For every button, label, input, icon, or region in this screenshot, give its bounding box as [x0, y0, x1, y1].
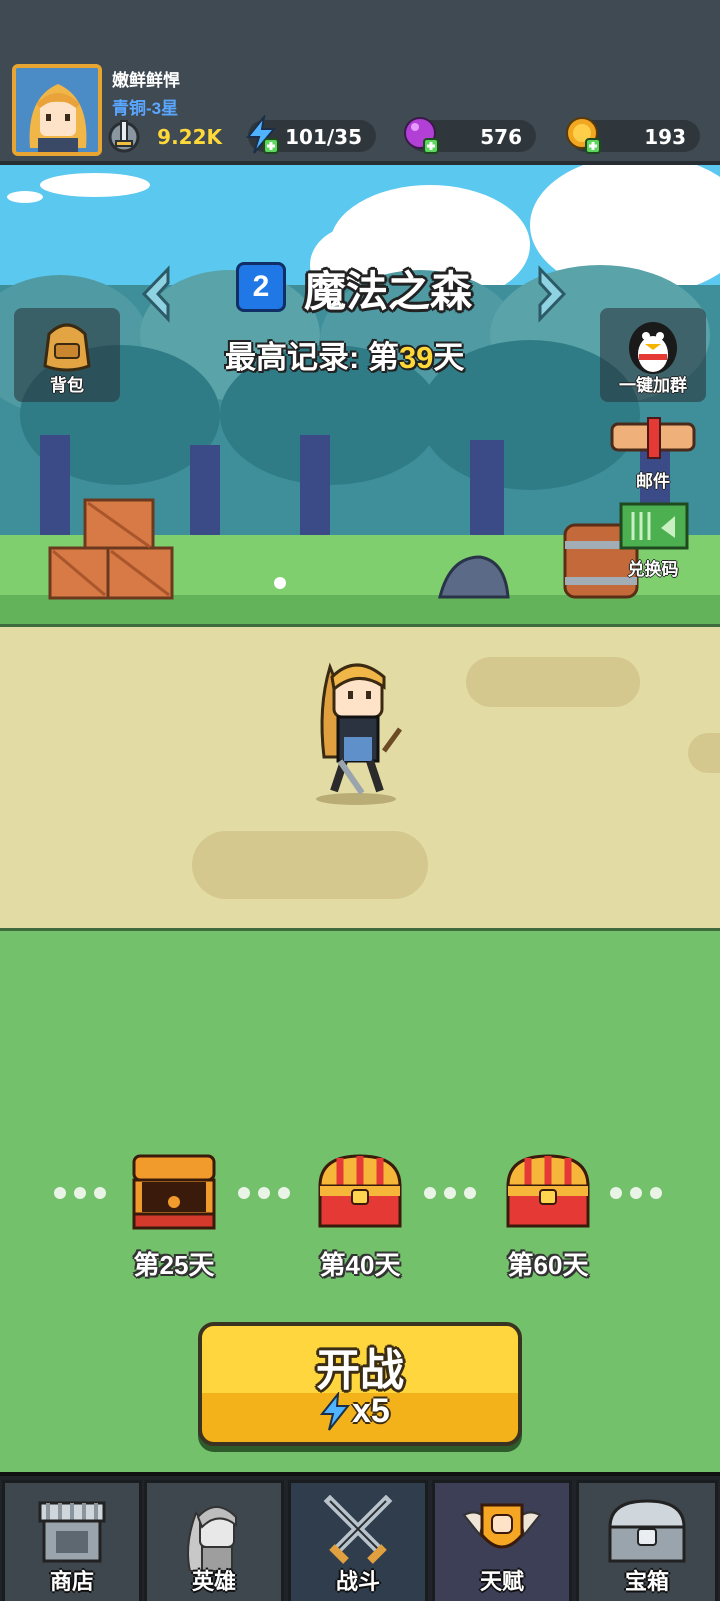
tab-heroes-label: 英雄 [191, 1569, 236, 1594]
start-battle-label: 开战 [316, 1346, 404, 1395]
fist-shield-icon [462, 1503, 542, 1549]
best-record-prefix: 最高记录: 第 [225, 340, 399, 375]
battle-road [0, 624, 720, 929]
power-icon [108, 120, 140, 153]
best-record-suffix: 天 [433, 340, 465, 375]
tab-chests-label: 宝箱 [624, 1569, 669, 1594]
tab-talent-label: 天赋 [479, 1569, 524, 1594]
power-display: 9.22K [108, 120, 230, 153]
power-value: 9.22K [157, 125, 222, 149]
tab-shop-label: 商店 [49, 1569, 94, 1594]
hero-icon [187, 1506, 237, 1571]
player-avatar[interactable] [12, 64, 102, 156]
mail-label: 邮件 [636, 472, 670, 491]
backpack-label: 背包 [50, 376, 84, 395]
energy-value: 101/35 [285, 125, 362, 149]
road-patch [466, 657, 640, 707]
progress-dots [54, 1186, 114, 1200]
coin-plus-icon[interactable] [564, 115, 604, 155]
road-patch [192, 831, 428, 899]
gems-display[interactable]: 576 [404, 117, 536, 154]
milestone-label: 第25天 [133, 1250, 215, 1280]
shop-icon [38, 1501, 106, 1563]
treasure-chest-icon [608, 1499, 686, 1563]
mail-scroll-icon [610, 417, 696, 459]
energy-bolt-icon [320, 1392, 350, 1431]
tab-heroes[interactable]: 英雄 [144, 1480, 284, 1601]
prev-stage-arrow-icon[interactable] [138, 265, 178, 323]
tab-shop[interactable]: 商店 [2, 1480, 142, 1601]
coins-value: 193 [644, 125, 686, 149]
stage-title: 魔法之森 [304, 268, 473, 315]
join-group-button[interactable]: 一键加群 [600, 308, 706, 402]
progress-dots [238, 1186, 298, 1200]
redeem-code-label: 兑换码 [627, 560, 679, 579]
energy-cost: x5 [352, 1392, 390, 1430]
stage-number-badge: 2 [236, 262, 286, 312]
penguin-icon [629, 322, 677, 374]
progress-dots [424, 1186, 484, 1200]
bottom-navigation: 商店 英雄 战斗 天赋 宝箱 [0, 1472, 720, 1601]
join-group-label: 一键加群 [619, 376, 687, 395]
best-record: 最高记录: 第39天 [225, 332, 464, 377]
chest-closed-icon[interactable] [504, 1150, 592, 1234]
player-name: 嫩鲜鲜悍 [112, 71, 180, 90]
best-record-days: 39 [398, 340, 434, 375]
backpack-icon [43, 323, 91, 372]
hero-character [316, 662, 403, 805]
gems-value: 576 [480, 125, 522, 149]
backpack-button[interactable]: 背包 [14, 308, 120, 402]
start-battle-button[interactable]: 开战 x5 [198, 1322, 522, 1446]
chest-closed-icon[interactable] [316, 1150, 404, 1234]
tab-chests[interactable]: 宝箱 [576, 1480, 718, 1601]
tab-battle[interactable]: 战斗 [288, 1480, 428, 1601]
progress-dots [610, 1186, 670, 1200]
redeem-code-button[interactable]: 兑换码 [600, 492, 706, 586]
game-screen: 嫩鲜鲜悍 青铜-3星 9.22K 101/35 576 193 2 魔法之森 最… [0, 0, 720, 1601]
tab-talent[interactable]: 天赋 [432, 1480, 572, 1601]
mail-button[interactable]: 邮件 [600, 404, 706, 498]
next-stage-arrow-icon[interactable] [530, 265, 570, 323]
chest-opened-icon[interactable] [130, 1150, 218, 1234]
crossed-swords-icon [323, 1495, 393, 1564]
milestone-label: 第60天 [507, 1250, 589, 1280]
road-patch [688, 733, 720, 773]
top-status-bar: 嫩鲜鲜悍 青铜-3星 9.22K 101/35 576 193 [0, 0, 720, 165]
energy-display[interactable]: 101/35 [245, 115, 376, 154]
milestone-label: 第40天 [319, 1250, 401, 1280]
energy-plus-icon[interactable] [242, 115, 282, 155]
coins-display[interactable]: 193 [566, 117, 700, 154]
ticket-icon [619, 502, 689, 550]
tab-battle-label: 战斗 [335, 1569, 380, 1594]
gem-plus-icon[interactable] [402, 115, 442, 155]
